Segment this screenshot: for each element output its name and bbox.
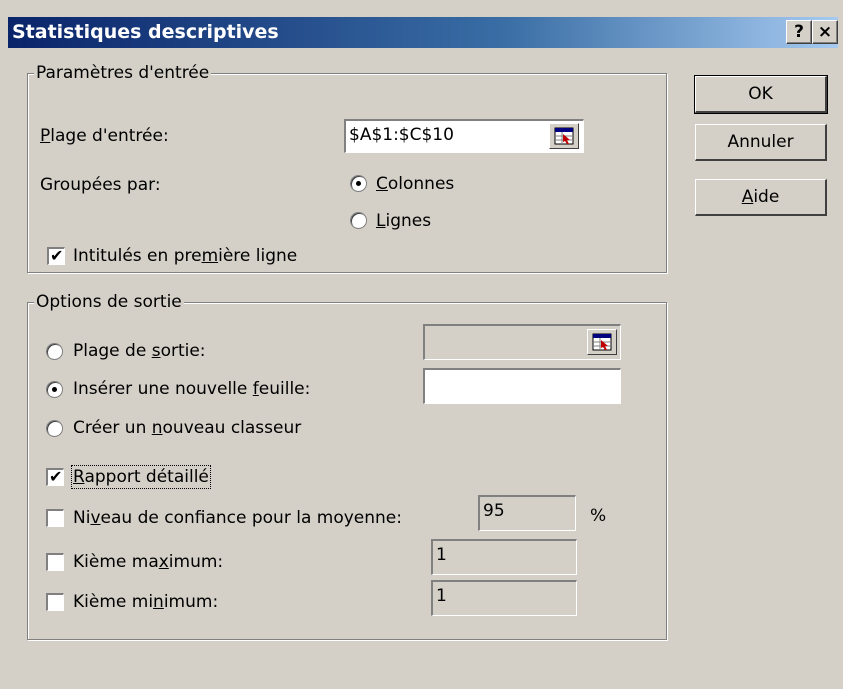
title-bar[interactable]: Statistiques descriptives ? ×	[8, 17, 838, 48]
output-range-radio[interactable]	[46, 343, 63, 360]
kth-smallest-checkbox[interactable]	[46, 593, 64, 611]
summary-statistics-checkbox[interactable]	[46, 467, 64, 486]
kth-largest-checkbox[interactable]	[46, 553, 64, 571]
kth-smallest-label[interactable]: Kième minimum:	[73, 592, 218, 612]
new-sheet-label[interactable]: Insérer une nouvelle feuille:	[73, 379, 310, 399]
collapse-dialog-icon[interactable]	[587, 329, 617, 355]
percent-sign: %	[590, 506, 607, 526]
summary-statistics-label[interactable]: Rapport détaillé	[71, 465, 211, 489]
window-title: Statistiques descriptives	[12, 21, 279, 43]
close-button[interactable]: ×	[812, 20, 838, 44]
cancel-button[interactable]: Annuler	[695, 124, 827, 161]
output-range-label[interactable]: Plage de sortie:	[73, 341, 206, 361]
input-range-label: Plage d'entrée:	[40, 126, 169, 146]
columns-radio[interactable]	[350, 175, 367, 192]
group-legend: Paramètres d'entrée	[34, 63, 212, 83]
new-workbook-label[interactable]: Créer un nouveau classeur	[73, 418, 301, 438]
help-button[interactable]: ?	[786, 20, 812, 44]
input-range-field[interactable]: $A$1:$C$10	[344, 119, 584, 153]
new-workbook-radio[interactable]	[46, 420, 63, 437]
confidence-level-label[interactable]: Niveau de confiance pour la moyenne:	[73, 508, 402, 528]
kth-smallest-field[interactable]: 1	[431, 580, 577, 616]
kth-largest-field[interactable]: 1	[431, 539, 577, 575]
collapse-dialog-icon[interactable]	[549, 123, 579, 149]
confidence-level-checkbox[interactable]	[46, 509, 64, 527]
ok-button[interactable]: OK	[694, 75, 828, 114]
rows-label[interactable]: Lignes	[376, 211, 431, 231]
grouped-by-label: Groupées par:	[40, 175, 161, 195]
output-options-group: Options de sortie Plage de sortie: Insér…	[27, 292, 667, 640]
help-dialog-button[interactable]: Aide	[695, 179, 827, 216]
columns-label[interactable]: Colonnes	[376, 174, 454, 194]
input-parameters-group: Paramètres d'entrée Plage d'entrée: $A$1…	[27, 63, 667, 273]
labels-first-row-label[interactable]: Intitulés en première ligne	[73, 246, 297, 266]
confidence-level-field[interactable]: 95	[478, 495, 576, 531]
kth-largest-label[interactable]: Kième maximum:	[73, 552, 223, 572]
dialog-body: Paramètres d'entrée Plage d'entrée: $A$1…	[8, 48, 838, 689]
group-legend: Options de sortie	[34, 292, 184, 312]
rows-radio[interactable]	[350, 212, 367, 229]
labels-first-row-checkbox[interactable]	[47, 246, 65, 265]
new-sheet-radio[interactable]	[46, 381, 63, 398]
new-sheet-field[interactable]	[423, 368, 621, 404]
